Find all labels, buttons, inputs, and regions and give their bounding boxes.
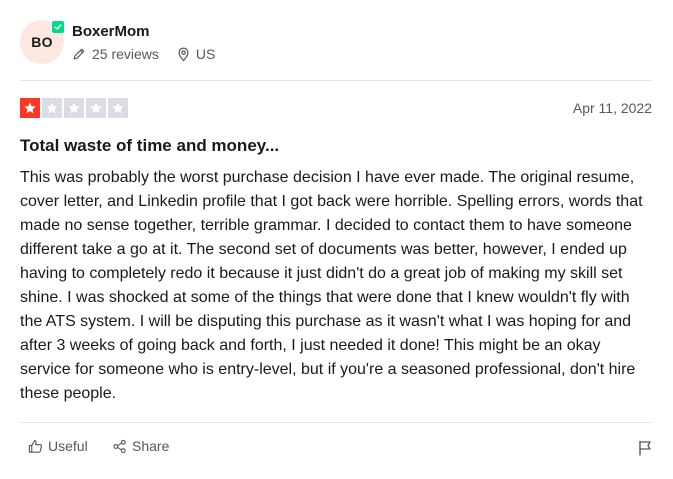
useful-button[interactable]: Useful [28,438,88,454]
flag-icon [639,440,651,456]
star-empty-icon [108,98,128,118]
footer-divider [20,422,652,423]
star-filled-icon [20,98,40,118]
share-icon [113,439,126,453]
pencil-icon [73,48,85,60]
star-empty-icon [86,98,106,118]
reviewer-name[interactable]: BoxerMom [72,23,150,40]
country-label: US [195,46,216,62]
header-divider [20,80,652,81]
star-rating [20,98,130,118]
review-count-label: 25 reviews [92,46,159,62]
star-empty-icon [42,98,62,118]
share-label: Share [132,438,170,454]
review-card: BO BoxerMom 25 reviews US Apr 11, 2022 T… [20,0,652,479]
thumbs-up-icon [28,439,43,453]
verified-badge-icon [51,20,65,34]
star-empty-icon [64,98,84,118]
reviewer-header: BO BoxerMom 25 reviews US [20,20,652,65]
reviewer-meta: 25 reviews US [72,46,215,62]
review-count: 25 reviews [72,46,159,62]
review-date: Apr 11, 2022 [572,100,652,116]
rating-row: Apr 11, 2022 [20,98,652,118]
share-button[interactable]: Share [112,438,169,454]
useful-label: Useful [48,438,88,454]
review-actions: Useful Share [20,438,652,460]
review-body: This was probably the worst purchase dec… [20,169,643,402]
flag-button[interactable] [638,440,652,461]
avatar-initials: BO [31,34,53,50]
review-title[interactable]: Total waste of time and money... [20,136,279,156]
reviewer-location: US [177,46,215,62]
location-pin-icon [178,47,189,62]
